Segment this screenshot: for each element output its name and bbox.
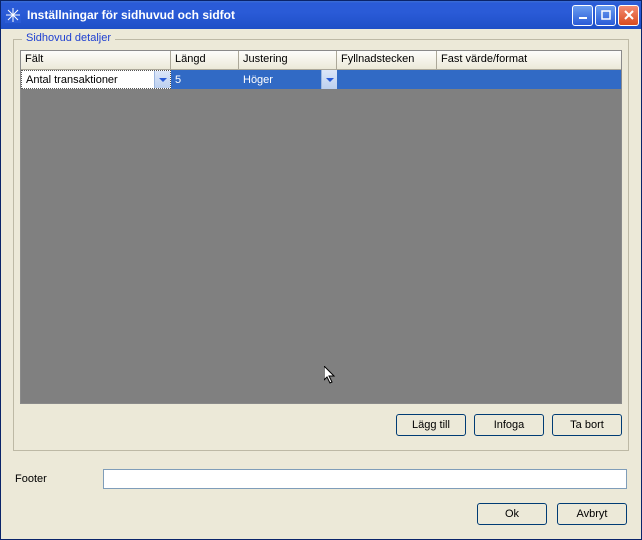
- delete-button[interactable]: Ta bort: [552, 414, 622, 436]
- col-header-format[interactable]: Fast värde/format: [437, 51, 621, 70]
- table-row[interactable]: Antal transaktioner 5 Höger: [21, 70, 621, 89]
- cell-padchar[interactable]: [337, 70, 437, 89]
- grid-header: Fält Längd Justering Fyllnadstecken Fast…: [21, 51, 621, 70]
- insert-button[interactable]: Infoga: [474, 414, 544, 436]
- cell-field[interactable]: Antal transaktioner: [21, 70, 171, 89]
- col-header-length[interactable]: Längd: [171, 51, 239, 70]
- footer-input[interactable]: [103, 469, 627, 489]
- dialog-window: Inställningar för sidhuvud och sidfot Si…: [0, 0, 642, 540]
- cell-length[interactable]: 5: [171, 70, 239, 89]
- header-details-group: Sidhovud detaljer Fält Längd Justering F…: [13, 39, 629, 451]
- grid-empty-area: [21, 89, 621, 403]
- footer-row: Footer: [13, 469, 629, 489]
- field-dropdown-button[interactable]: [154, 71, 170, 88]
- window-title: Inställningar för sidhuvud och sidfot: [27, 8, 570, 22]
- field-value: Antal transaktioner: [26, 74, 118, 86]
- col-header-padchar[interactable]: Fyllnadstecken: [337, 51, 437, 70]
- justify-dropdown-button[interactable]: [321, 70, 337, 89]
- group-title: Sidhovud detaljer: [22, 32, 115, 44]
- col-header-justify[interactable]: Justering: [239, 51, 337, 70]
- close-button[interactable]: [618, 5, 639, 26]
- dialog-button-bar: Ok Avbryt: [13, 503, 629, 525]
- justify-value: Höger: [243, 74, 273, 86]
- footer-label: Footer: [15, 473, 103, 485]
- row-button-bar: Lägg till Infoga Ta bort: [20, 414, 622, 436]
- cell-format[interactable]: [437, 70, 621, 89]
- ok-button[interactable]: Ok: [477, 503, 547, 525]
- cell-justify[interactable]: Höger: [239, 70, 337, 89]
- minimize-icon: [578, 10, 588, 20]
- header-grid: Fält Längd Justering Fyllnadstecken Fast…: [20, 50, 622, 404]
- app-icon: [5, 7, 21, 23]
- cancel-button[interactable]: Avbryt: [557, 503, 627, 525]
- add-button[interactable]: Lägg till: [396, 414, 466, 436]
- field-combobox[interactable]: Antal transaktioner: [21, 70, 171, 89]
- chevron-down-icon: [159, 78, 167, 82]
- minimize-button[interactable]: [572, 5, 593, 26]
- titlebar: Inställningar för sidhuvud och sidfot: [1, 1, 641, 29]
- close-icon: [624, 10, 634, 20]
- col-header-field[interactable]: Fält: [21, 51, 171, 70]
- maximize-icon: [601, 10, 611, 20]
- maximize-button[interactable]: [595, 5, 616, 26]
- chevron-down-icon: [326, 78, 334, 82]
- client-area: Sidhovud detaljer Fält Längd Justering F…: [1, 29, 641, 535]
